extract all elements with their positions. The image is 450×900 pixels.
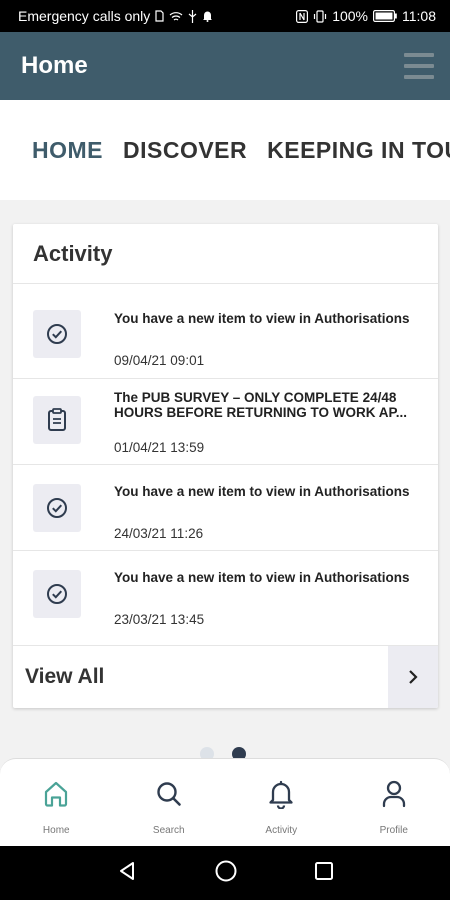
hamburger-icon: [404, 53, 434, 57]
nav-label-activity: Activity: [265, 825, 298, 836]
recents-icon[interactable]: [314, 861, 334, 886]
user-icon: [380, 779, 408, 809]
nav-label-profile: Profile: [379, 825, 408, 836]
activity-item[interactable]: The PUB SURVEY – ONLY COMPLETE 24/48 HOU…: [13, 379, 438, 465]
clock: 11:08: [402, 8, 436, 24]
nav-item-profile[interactable]: Profile: [338, 759, 450, 846]
usb-icon: [188, 9, 197, 23]
hamburger-icon-bar: [404, 64, 434, 68]
activity-card: Activity You have a new item to view in …: [13, 224, 438, 708]
activity-item-text: You have a new item to view in Authorisa…: [114, 484, 410, 499]
activity-item-date: 01/04/21 13:59: [114, 440, 205, 455]
nfc-icon: [296, 9, 309, 23]
battery-icon: [373, 10, 397, 22]
search-icon: [155, 779, 183, 809]
home-circle-icon[interactable]: [214, 859, 238, 888]
activity-title: Activity: [13, 224, 438, 284]
bottom-nav: Home Search Activity Profile: [0, 758, 450, 846]
check-circle-icon: [33, 310, 81, 358]
bell-icon: [267, 779, 295, 809]
nav-item-home[interactable]: Home: [0, 759, 113, 846]
notification-bell-icon: [202, 10, 213, 22]
nav-item-activity[interactable]: Activity: [225, 759, 338, 846]
sim-icon: [155, 10, 164, 22]
activity-item[interactable]: You have a new item to view in Authorisa…: [13, 284, 438, 379]
activity-item[interactable]: You have a new item to view in Authorisa…: [13, 465, 438, 551]
check-circle-icon: [33, 484, 81, 532]
nav-item-search[interactable]: Search: [113, 759, 226, 846]
activity-item-text: The PUB SURVEY – ONLY COMPLETE 24/48 HOU…: [114, 390, 408, 420]
activity-item-date: 23/03/21 13:45: [114, 612, 205, 627]
activity-item[interactable]: You have a new item to view in Authorisa…: [13, 551, 438, 646]
check-circle-icon: [33, 570, 81, 618]
status-bar: Emergency calls only 100% 11:08: [0, 0, 450, 32]
tab-keeping-in-touch[interactable]: KEEPING IN TOU: [267, 137, 450, 164]
page-title: Home: [21, 52, 88, 79]
chevron-right-icon[interactable]: [388, 646, 438, 708]
activity-item-text: You have a new item to view in Authorisa…: [114, 570, 410, 585]
carrier-text: Emergency calls only: [18, 8, 151, 24]
nav-label-search: Search: [152, 825, 185, 836]
activity-item-text: You have a new item to view in Authorisa…: [114, 311, 410, 326]
wifi-off-icon: [169, 11, 183, 22]
system-nav-bar: [0, 846, 450, 900]
nav-label-home: Home: [42, 825, 70, 836]
app-header: Home: [0, 32, 450, 100]
view-all-label: View All: [25, 665, 105, 688]
hamburger-menu-button[interactable]: [404, 51, 434, 81]
vibrate-icon: [313, 9, 327, 23]
activity-item-date: 24/03/21 11:26: [114, 526, 204, 541]
activity-item-date: 09/04/21 09:01: [114, 353, 205, 368]
clipboard-icon: [33, 396, 81, 444]
view-all-button[interactable]: View All: [13, 646, 438, 708]
hamburger-icon-bar: [404, 75, 434, 79]
battery-percent: 100%: [332, 8, 368, 24]
tab-bar: HOME DISCOVER KEEPING IN TOU: [0, 100, 450, 200]
home-icon: [42, 779, 70, 809]
tab-discover[interactable]: DISCOVER: [123, 137, 247, 164]
tab-home[interactable]: HOME: [32, 137, 103, 164]
back-icon[interactable]: [116, 860, 138, 887]
